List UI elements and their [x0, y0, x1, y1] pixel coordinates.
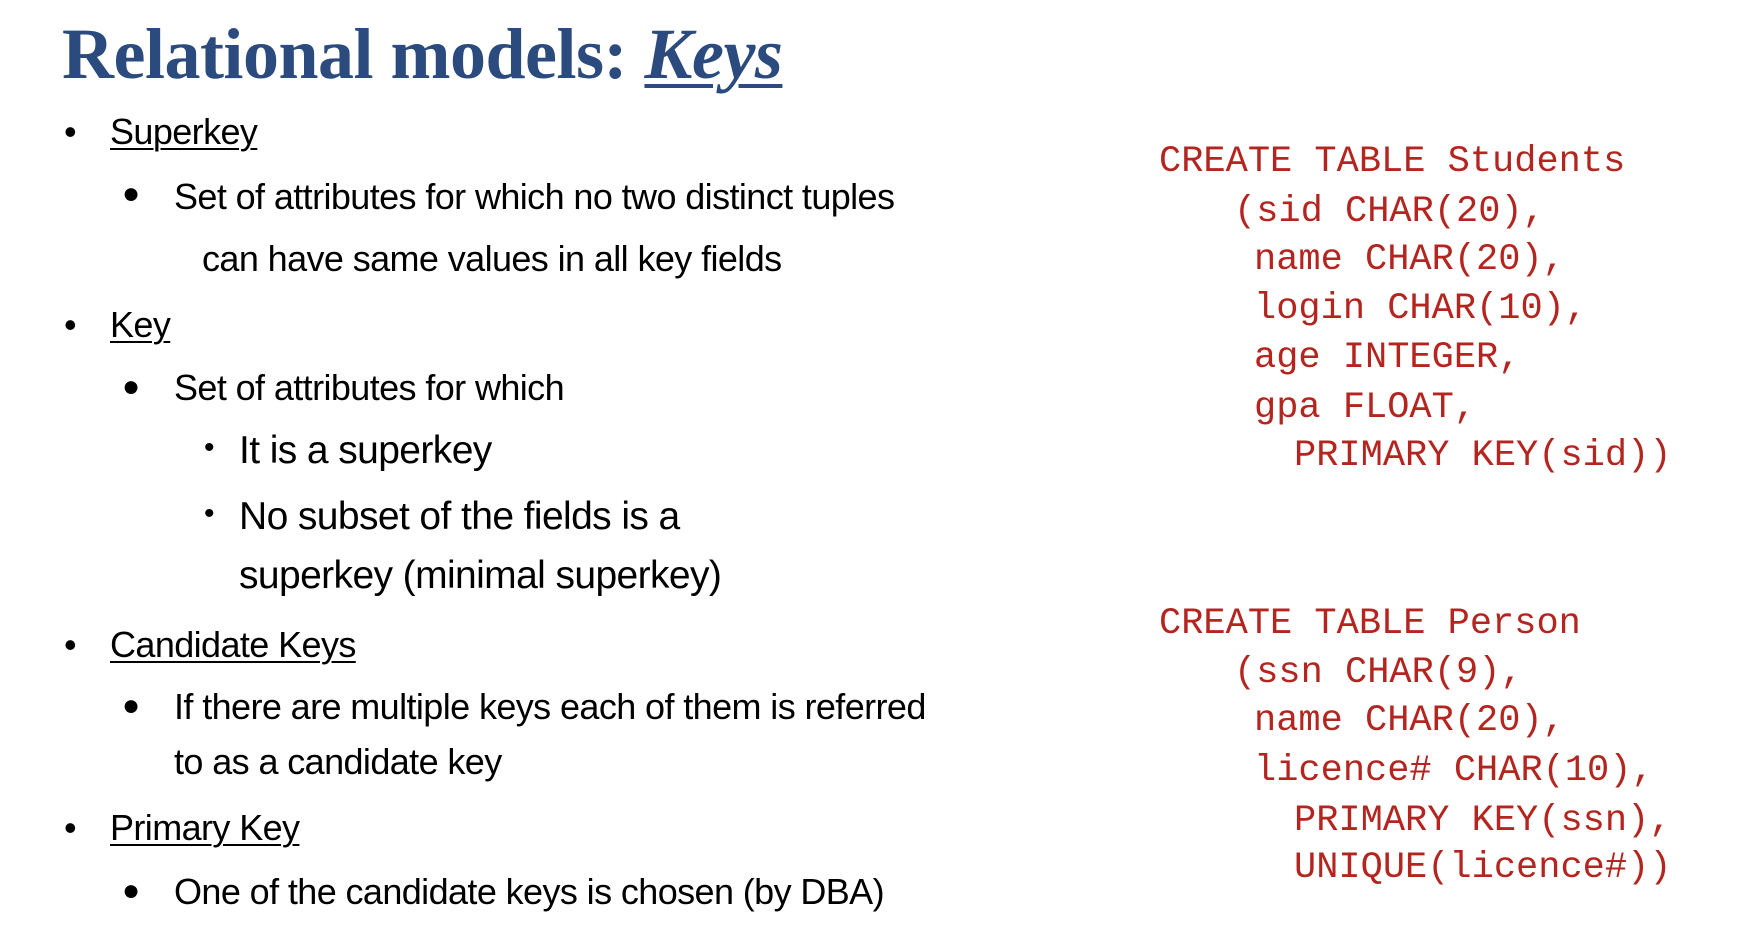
candidate-line-2: to as a candidate key	[174, 741, 502, 782]
slide-title: Relational models: Keys	[62, 18, 783, 90]
code-students-line: (sid CHAR(20),	[1234, 191, 1545, 233]
bullet-icon: •	[204, 497, 215, 530]
title-emphasis: Keys	[644, 14, 783, 94]
superkey-line-1: Set of attributes for which no two disti…	[174, 176, 895, 217]
title-prefix: Relational models:	[62, 14, 645, 94]
candidate-line-1: If there are multiple keys each of them …	[174, 686, 926, 727]
code-person-line: CREATE TABLE Person	[1159, 603, 1581, 645]
code-person-line: name CHAR(20),	[1254, 700, 1565, 742]
bullet-icon: •	[64, 111, 77, 152]
key-line-1: Set of attributes for which	[174, 367, 565, 408]
code-students-line: CREATE TABLE Students	[1159, 141, 1626, 183]
sub-bullet-icon: ●	[122, 370, 141, 403]
key-subpoint-2-cont: superkey (minimal superkey)	[239, 554, 722, 597]
bullet-icon: •	[64, 807, 77, 848]
code-students-line: name CHAR(20),	[1254, 239, 1565, 281]
bullet-icon: •	[64, 304, 77, 345]
code-students-line: age INTEGER,	[1254, 337, 1521, 379]
sub-bullet-icon: ●	[122, 689, 141, 722]
bullet-icon: •	[64, 624, 77, 665]
sub-bullet-icon: ●	[122, 874, 141, 907]
code-students-line: gpa FLOAT,	[1254, 387, 1477, 429]
heading-superkey: Superkey	[110, 111, 258, 152]
superkey-line-2: can have same values in all key fields	[202, 238, 782, 279]
sub-bullet-icon: ●	[122, 177, 141, 210]
primary-line-1: One of the candidate keys is chosen (by …	[174, 871, 885, 912]
code-person-line: licence# CHAR(10),	[1254, 750, 1654, 792]
key-subpoint-1: It is a superkey	[239, 429, 492, 472]
heading-primary-key: Primary Key	[110, 807, 300, 848]
code-students-line: PRIMARY KEY(sid))	[1294, 435, 1672, 477]
heading-candidate-keys: Candidate Keys	[110, 624, 356, 665]
heading-key: Key	[110, 304, 171, 345]
code-person-line: (ssn CHAR(9),	[1234, 652, 1523, 694]
code-person-line: UNIQUE(licence#))	[1294, 847, 1672, 889]
code-students-line: login CHAR(10),	[1254, 288, 1588, 330]
key-subpoint-2: No subset of the fields is a	[239, 495, 680, 538]
code-person-line: PRIMARY KEY(ssn),	[1294, 800, 1672, 842]
bullet-icon: •	[204, 431, 215, 464]
